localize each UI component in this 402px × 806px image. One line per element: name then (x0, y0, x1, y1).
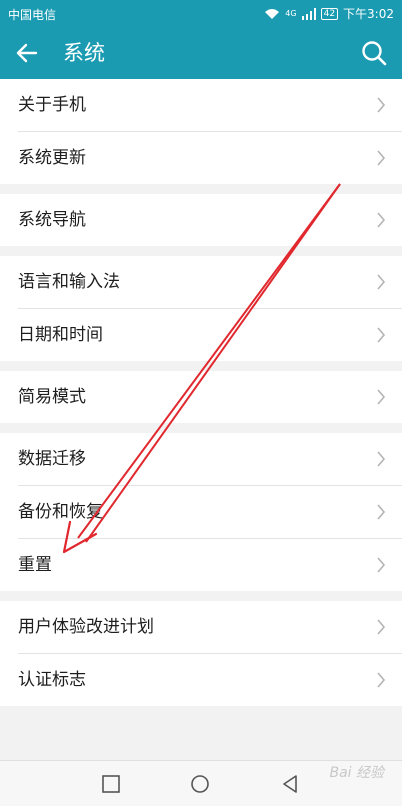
list-item-label: 系统导航 (18, 210, 86, 230)
list-item-label: 关于手机 (18, 95, 86, 115)
chevron-right-icon (377, 389, 386, 405)
list-item-label: 数据迁移 (18, 449, 86, 469)
list-item-reset[interactable]: 重置 (18, 539, 402, 591)
list-item-label: 简易模式 (18, 387, 86, 407)
list-item-language-input[interactable]: 语言和输入法 (18, 256, 402, 309)
chevron-right-icon (377, 504, 386, 520)
settings-group: 用户体验改进计划 认证标志 (0, 601, 402, 706)
list-item-label: 语言和输入法 (18, 272, 120, 292)
settings-group: 简易模式 (0, 371, 402, 423)
chevron-right-icon (377, 619, 386, 635)
list-item-label: 认证标志 (18, 670, 86, 690)
signal-icon (301, 7, 316, 20)
list-item-data-migration[interactable]: 数据迁移 (18, 433, 402, 486)
list-item-backup-restore[interactable]: 备份和恢复 (18, 486, 402, 539)
list-item-label: 备份和恢复 (18, 502, 103, 522)
chevron-right-icon (377, 451, 386, 467)
square-icon[interactable] (100, 773, 122, 795)
chevron-right-icon (377, 672, 386, 688)
search-icon[interactable] (360, 39, 388, 67)
list-item-simple-mode[interactable]: 简易模式 (18, 371, 402, 423)
triangle-back-icon[interactable] (279, 773, 301, 795)
chevron-right-icon (377, 97, 386, 113)
settings-list: 关于手机 系统更新 系统导航 语言和输入法 日期和时间 简易模式 数据迁移 备份… (0, 79, 402, 716)
page-title: 系统 (63, 41, 105, 65)
list-item-system-navigation[interactable]: 系统导航 (18, 194, 402, 246)
list-item-label: 用户体验改进计划 (18, 617, 154, 637)
settings-group: 数据迁移 备份和恢复 重置 (0, 433, 402, 591)
app-bar: 系统 (0, 27, 402, 79)
chevron-right-icon (377, 150, 386, 166)
list-item-date-time[interactable]: 日期和时间 (18, 309, 402, 361)
status-bar: 中国电信 4G 42 下午3:02 (0, 0, 402, 27)
chevron-right-icon (377, 557, 386, 573)
settings-group: 关于手机 系统更新 (0, 79, 402, 184)
watermark-text: Bai 经验 (329, 765, 384, 781)
carrier-name: 中国电信 (8, 8, 57, 22)
list-item-label: 系统更新 (18, 148, 86, 168)
battery-indicator: 42 (320, 7, 339, 20)
status-indicators: 4G 42 下午3:02 (264, 5, 394, 22)
chevron-right-icon (377, 212, 386, 228)
wifi-icon (265, 8, 280, 19)
list-item-ux-program[interactable]: 用户体验改进计划 (18, 601, 402, 654)
settings-group: 语言和输入法 日期和时间 (0, 256, 402, 361)
arrow-left-icon[interactable] (14, 40, 40, 66)
circle-icon[interactable] (189, 773, 211, 795)
list-item-about-phone[interactable]: 关于手机 (18, 79, 402, 132)
chevron-right-icon (377, 327, 386, 343)
settings-group: 系统导航 (0, 194, 402, 246)
chevron-right-icon (377, 274, 386, 290)
list-item-system-update[interactable]: 系统更新 (18, 132, 402, 184)
list-item-label: 重置 (18, 555, 52, 575)
network-type: 4G (285, 9, 297, 18)
list-item-certification[interactable]: 认证标志 (18, 654, 402, 706)
clock: 下午3:02 (343, 7, 394, 21)
list-item-label: 日期和时间 (18, 325, 103, 345)
